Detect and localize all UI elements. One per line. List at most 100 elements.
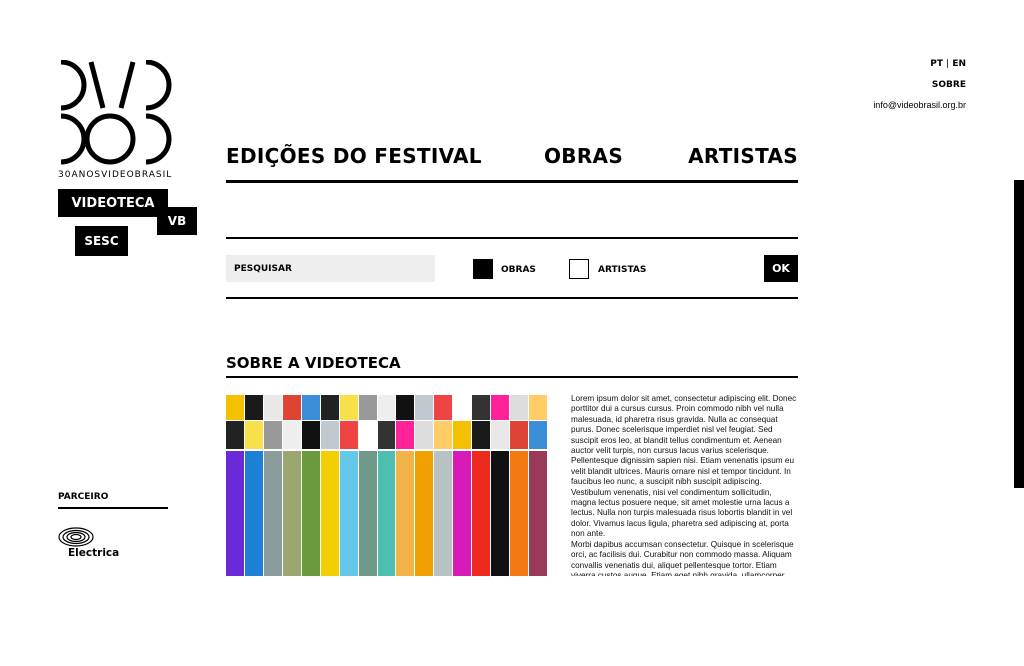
color-strip xyxy=(226,395,244,576)
strip-fill xyxy=(263,451,282,576)
poster-thumb xyxy=(510,395,528,420)
email-link[interactable]: info@videobrasil.org.br xyxy=(873,100,966,110)
poster-thumb xyxy=(377,421,396,449)
poster-thumb xyxy=(339,421,358,449)
strip-fill xyxy=(453,451,472,576)
strip-fill xyxy=(358,451,377,576)
sesc-label: SESC xyxy=(84,234,119,248)
electrica-swirl-icon xyxy=(58,527,94,547)
nav-artistas[interactable]: ARTISTAS xyxy=(688,144,798,168)
vb-label: VB xyxy=(167,214,187,228)
about-paragraph-2: Morbi dapibus accumsan consectetur. Quis… xyxy=(571,539,794,576)
search-placeholder: PESQUISAR xyxy=(234,264,292,274)
artistas-checkbox[interactable] xyxy=(569,259,589,279)
main-nav: EDIÇÕES DO FESTIVAL OBRAS ARTISTAS xyxy=(226,142,798,183)
strip-fill xyxy=(301,451,320,576)
poster-thumb xyxy=(491,395,510,420)
logo-mark xyxy=(60,59,172,165)
search-bottom-rule xyxy=(226,297,798,299)
poster-thumb xyxy=(226,421,244,449)
poster-thumb xyxy=(529,421,547,449)
videoteca-badge[interactable]: VIDEOTECA xyxy=(58,189,168,217)
poster-thumb xyxy=(453,395,472,420)
color-strip xyxy=(491,395,510,576)
poster-thumb xyxy=(529,395,547,420)
poster-thumb xyxy=(301,395,320,420)
poster-thumb xyxy=(377,395,396,420)
lang-en-link[interactable]: EN xyxy=(952,59,966,69)
logo-caption: 30ANOSVIDEOBRASIL xyxy=(58,170,173,180)
artistas-checkbox-label: ARTISTAS xyxy=(598,265,647,275)
poster-thumb xyxy=(358,421,377,449)
videoteca-image xyxy=(226,395,548,576)
poster-thumb xyxy=(301,421,320,449)
poster-thumb xyxy=(263,421,282,449)
color-strip xyxy=(282,395,301,576)
poster-thumb xyxy=(396,421,415,449)
strip-fill xyxy=(529,451,547,576)
search-input[interactable]: PESQUISAR xyxy=(226,255,435,282)
color-strip xyxy=(472,395,491,576)
color-strip xyxy=(415,395,434,576)
about-paragraph-1: Lorem ipsum dolor sit amet, consectetur … xyxy=(571,394,797,539)
partner-rule xyxy=(58,507,168,509)
poster-thumb xyxy=(415,421,434,449)
ok-button[interactable]: OK xyxy=(764,255,798,282)
search-top-rule xyxy=(226,237,798,239)
about-title: SOBRE A VIDEOTECA xyxy=(226,354,401,372)
about-rule xyxy=(226,376,798,378)
lang-pt-link[interactable]: PT xyxy=(930,59,943,69)
poster-thumb xyxy=(320,395,339,420)
poster-thumb xyxy=(320,421,339,449)
strip-fill xyxy=(510,451,528,576)
poster-thumb xyxy=(510,421,528,449)
about-text: Lorem ipsum dolor sit amet, consectetur … xyxy=(571,394,797,576)
strip-fill xyxy=(339,451,358,576)
strip-fill xyxy=(320,451,339,576)
videoteca-label: VIDEOTECA xyxy=(71,195,155,211)
poster-thumb xyxy=(263,395,282,420)
logo[interactable]: 30ANOSVIDEOBRASIL xyxy=(58,59,173,185)
poster-thumb xyxy=(244,421,263,449)
poster-thumb xyxy=(415,395,434,420)
poster-thumb xyxy=(358,395,377,420)
color-strip xyxy=(377,395,396,576)
poster-thumb xyxy=(226,395,244,420)
poster-thumb xyxy=(472,421,491,449)
strip-fill xyxy=(244,451,263,576)
strip-fill xyxy=(377,451,396,576)
poster-thumb xyxy=(244,395,263,420)
poster-thumb xyxy=(472,395,491,420)
color-strip xyxy=(263,395,282,576)
ok-label: OK xyxy=(772,262,790,275)
obras-checkbox[interactable] xyxy=(473,259,493,279)
strip-fill xyxy=(415,451,434,576)
color-strip xyxy=(434,395,453,576)
strip-fill xyxy=(282,451,301,576)
color-strip xyxy=(339,395,358,576)
language-switch: PT | EN xyxy=(930,59,966,69)
color-strip xyxy=(529,395,547,576)
color-strip xyxy=(244,395,263,576)
poster-thumb xyxy=(434,421,453,449)
strip-fill xyxy=(434,451,453,576)
sesc-badge[interactable]: SESC xyxy=(75,226,128,256)
color-strip xyxy=(301,395,320,576)
poster-thumb xyxy=(282,421,301,449)
poster-thumb xyxy=(282,395,301,420)
nav-edicoes-festival[interactable]: EDIÇÕES DO FESTIVAL xyxy=(226,144,482,168)
lang-separator: | xyxy=(946,59,950,69)
color-strip xyxy=(358,395,377,576)
color-strip xyxy=(320,395,339,576)
strip-fill xyxy=(472,451,491,576)
partner-logo[interactable]: Electrica xyxy=(58,527,128,563)
sobre-link[interactable]: SOBRE xyxy=(932,80,966,90)
color-strip xyxy=(396,395,415,576)
nav-obras[interactable]: OBRAS xyxy=(544,144,623,168)
poster-thumb xyxy=(453,421,472,449)
partner-name: Electrica xyxy=(68,547,120,559)
color-strip xyxy=(510,395,528,576)
strip-fill xyxy=(396,451,415,576)
scrollbar[interactable] xyxy=(1014,180,1024,488)
vb-badge[interactable]: VB xyxy=(157,207,197,235)
